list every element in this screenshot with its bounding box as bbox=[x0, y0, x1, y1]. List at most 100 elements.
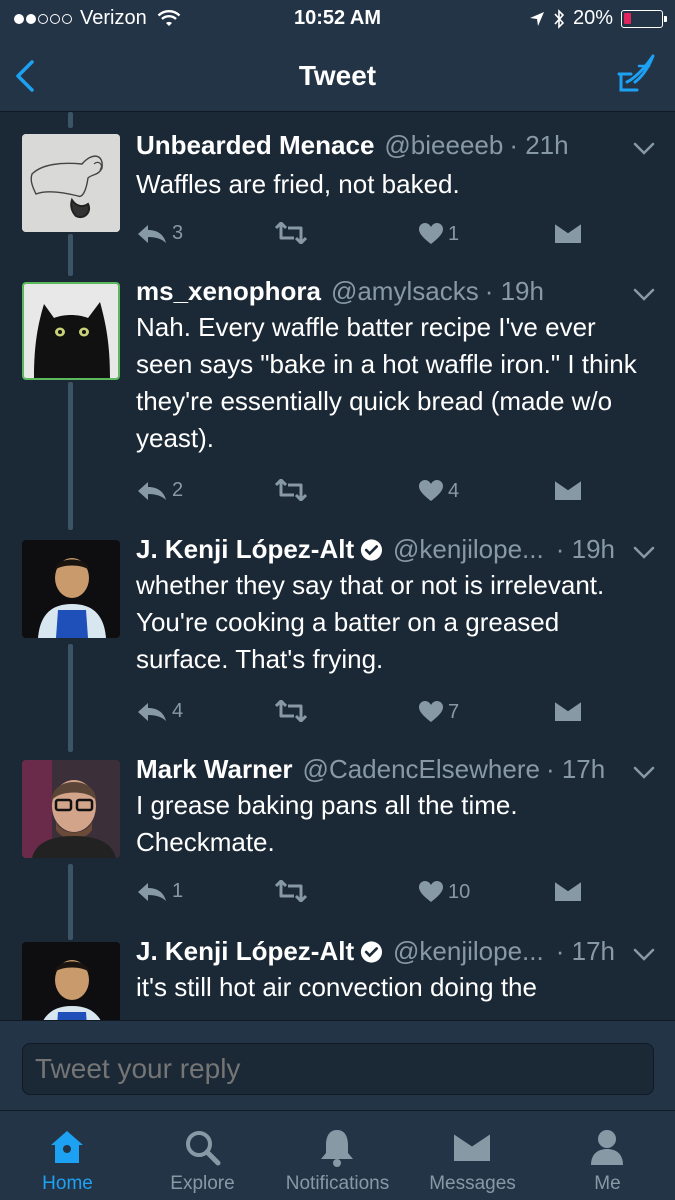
tweet-text: Waffles are fried, not baked. bbox=[136, 169, 460, 199]
person-icon bbox=[591, 1130, 623, 1165]
envelope-icon bbox=[554, 479, 582, 500]
timestamp: · 17h bbox=[545, 754, 606, 784]
heart-icon bbox=[419, 223, 443, 244]
retweet-icon bbox=[274, 880, 308, 902]
display-name[interactable]: Unbearded Menace bbox=[136, 130, 374, 161]
direct-message-button[interactable] bbox=[554, 222, 582, 244]
chevron-down-icon[interactable] bbox=[633, 766, 655, 780]
nav-bar: Tweet bbox=[0, 38, 675, 112]
reply-button[interactable]: 4 bbox=[136, 700, 183, 723]
tab-messages[interactable]: Messages bbox=[405, 1111, 540, 1200]
handle[interactable]: @kenjilope... bbox=[393, 936, 544, 967]
reply-button[interactable]: 3 bbox=[136, 222, 183, 245]
handle[interactable]: @amylsacks bbox=[331, 276, 479, 307]
like-button[interactable]: 7 bbox=[418, 700, 459, 724]
avatar[interactable] bbox=[22, 282, 120, 380]
retweet-button[interactable] bbox=[274, 700, 308, 722]
retweet-icon bbox=[274, 479, 308, 501]
retweet-icon bbox=[274, 222, 308, 244]
tweet[interactable]: Unbearded Menace @bieeeeb · 21h Waffles … bbox=[0, 130, 675, 274]
tweet-header: J. Kenji López-Alt @kenjilope... · 19h bbox=[136, 534, 615, 565]
chevron-down-icon[interactable] bbox=[633, 546, 655, 560]
avatar[interactable] bbox=[22, 134, 120, 232]
reply-count: 2 bbox=[172, 479, 184, 501]
thread-line bbox=[68, 112, 73, 128]
search-icon bbox=[186, 1131, 221, 1166]
glasses-man-avatar bbox=[22, 760, 120, 858]
display-name[interactable]: J. Kenji López-Alt bbox=[136, 534, 354, 565]
status-bar: Verizon 10:52 AM 20% bbox=[0, 0, 675, 38]
bell-icon bbox=[321, 1130, 353, 1167]
tab-me[interactable]: Me bbox=[540, 1111, 675, 1200]
status-right: 20% bbox=[529, 7, 667, 30]
direct-message-button[interactable] bbox=[554, 700, 582, 722]
heart-icon bbox=[419, 701, 443, 722]
battery-percent: 20% bbox=[572, 7, 613, 29]
chevron-down-icon[interactable] bbox=[633, 288, 655, 302]
reply-button[interactable]: 2 bbox=[136, 479, 183, 502]
reply-icon bbox=[138, 882, 166, 901]
tweet-header: Mark Warner @CadencElsewhere · 17h bbox=[136, 754, 615, 785]
direct-message-button[interactable] bbox=[554, 880, 582, 902]
reply-count: 4 bbox=[172, 700, 184, 722]
avatar[interactable] bbox=[22, 942, 120, 1020]
tweet-text: Nah. Every waffle batter recipe I've eve… bbox=[136, 312, 637, 453]
tweet-header: Unbearded Menace @bieeeeb · 21h bbox=[136, 130, 615, 161]
tweet-text: I grease baking pans all the time. Check… bbox=[136, 790, 518, 857]
tweet[interactable]: ms_xenophora @amylsacks · 19h Nah. Every… bbox=[0, 276, 675, 522]
retweet-button[interactable] bbox=[274, 222, 308, 244]
handle[interactable]: @CadencElsewhere bbox=[303, 754, 540, 785]
tweet[interactable]: J. Kenji López-Alt @kenjilope... · 17h i… bbox=[0, 936, 675, 1020]
like-button[interactable]: 10 bbox=[418, 880, 470, 904]
direct-message-button[interactable] bbox=[554, 479, 582, 501]
like-button[interactable]: 4 bbox=[418, 479, 459, 503]
envelope-icon bbox=[453, 1131, 491, 1161]
tweet-actions: 3 1 bbox=[136, 222, 596, 252]
heart-icon bbox=[419, 480, 443, 501]
battery-icon bbox=[621, 9, 667, 28]
timestamp: · 21h bbox=[509, 130, 569, 160]
compose-tweet-icon[interactable] bbox=[615, 52, 659, 96]
avatar[interactable] bbox=[22, 760, 120, 858]
reply-button[interactable]: 1 bbox=[136, 880, 183, 903]
tab-bar: Home Explore Notifications Messages Me bbox=[0, 1110, 675, 1200]
reply-icon bbox=[138, 481, 166, 500]
retweet-button[interactable] bbox=[274, 880, 308, 902]
page-title: Tweet bbox=[298, 60, 377, 91]
tweet-header: J. Kenji López-Alt @kenjilope... · 17h bbox=[136, 936, 615, 967]
tab-explore[interactable]: Explore bbox=[135, 1111, 270, 1200]
chevron-down-icon[interactable] bbox=[633, 948, 655, 962]
handle[interactable]: @bieeeeb bbox=[384, 130, 503, 161]
home-icon bbox=[51, 1131, 83, 1163]
handle[interactable]: @kenjilope... bbox=[393, 534, 544, 565]
tab-label: Notifications bbox=[285, 1173, 390, 1194]
tweet-actions: 4 7 bbox=[136, 700, 596, 730]
tweet-actions: 1 10 bbox=[136, 880, 596, 910]
like-button[interactable]: 1 bbox=[418, 222, 459, 246]
conversation-timeline[interactable]: Unbearded Menace @bieeeeb · 21h Waffles … bbox=[0, 112, 675, 1020]
reply-count: 1 bbox=[172, 880, 184, 902]
like-count: 1 bbox=[448, 222, 460, 245]
tweet[interactable]: J. Kenji López-Alt @kenjilope... · 19h w… bbox=[0, 534, 675, 740]
avatar[interactable] bbox=[22, 540, 120, 638]
timestamp: · 17h bbox=[555, 936, 615, 966]
display-name[interactable]: ms_xenophora bbox=[136, 276, 321, 307]
timestamp: · 19h bbox=[555, 534, 615, 564]
display-name[interactable]: Mark Warner bbox=[136, 754, 293, 785]
chevron-down-icon[interactable] bbox=[633, 142, 655, 156]
tab-label: Explore bbox=[170, 1173, 235, 1194]
envelope-icon bbox=[554, 880, 582, 901]
chef-apron-avatar bbox=[22, 540, 120, 638]
display-name[interactable]: J. Kenji López-Alt bbox=[136, 936, 354, 967]
like-count: 10 bbox=[448, 880, 471, 903]
retweet-button[interactable] bbox=[274, 479, 308, 501]
retweet-icon bbox=[274, 700, 308, 722]
tab-home[interactable]: Home bbox=[0, 1111, 135, 1200]
tweet-text: it's still hot air convection doing the bbox=[136, 972, 537, 1002]
tweet[interactable]: Mark Warner @CadencElsewhere · 17h I gre… bbox=[0, 754, 675, 930]
reply-icon bbox=[138, 224, 166, 243]
tweet-header: ms_xenophora @amylsacks · 19h bbox=[136, 276, 615, 307]
reply-input[interactable] bbox=[22, 1043, 654, 1095]
like-count: 4 bbox=[448, 479, 460, 502]
tab-notifications[interactable]: Notifications bbox=[270, 1111, 405, 1200]
